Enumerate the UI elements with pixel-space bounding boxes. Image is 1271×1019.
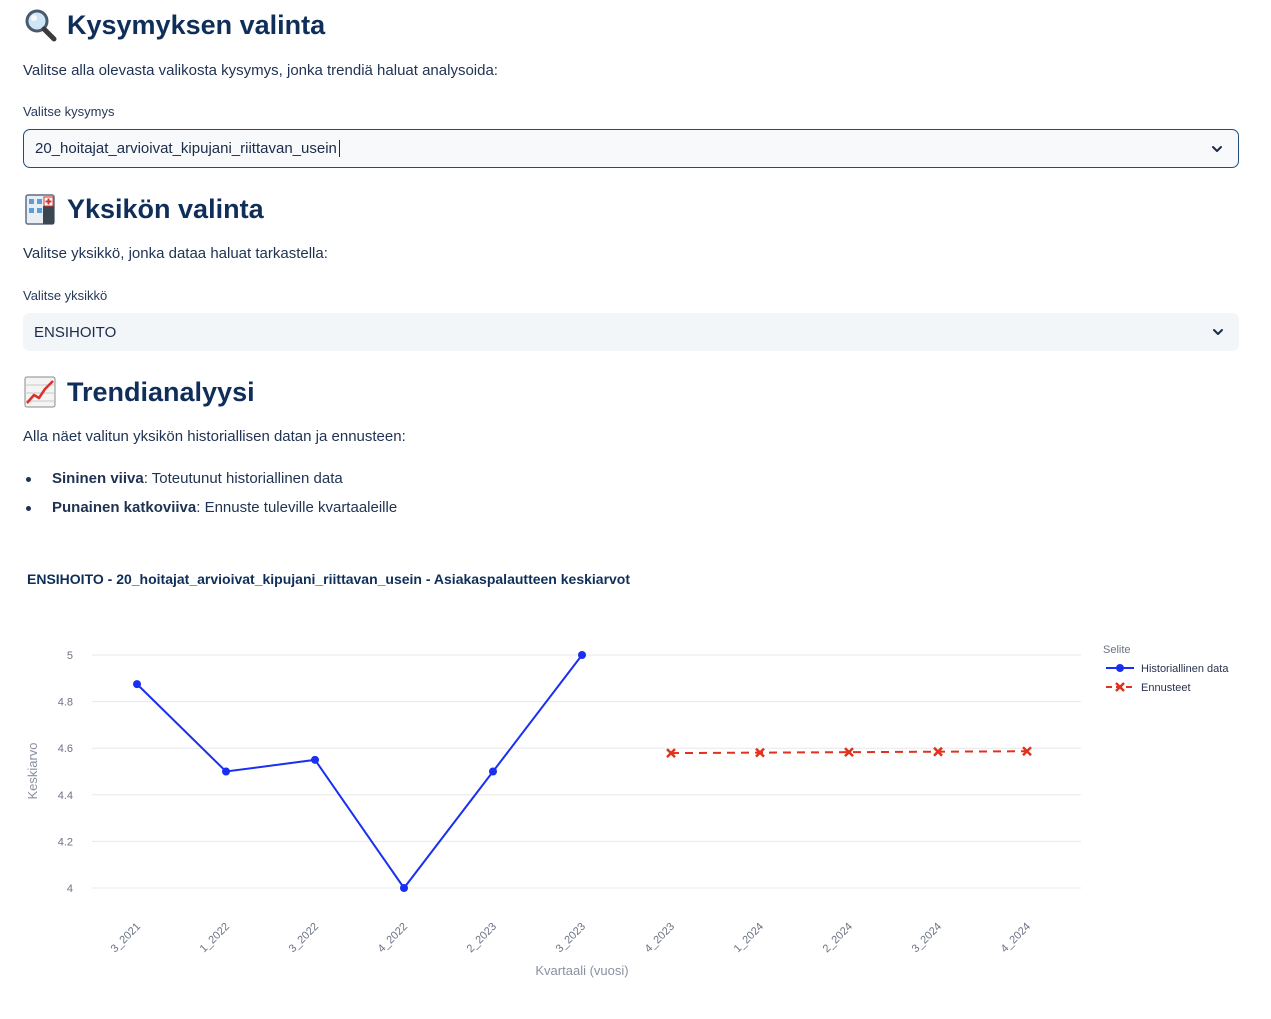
historical-point [311, 755, 319, 764]
chart-grid [92, 654, 1081, 889]
chart-series [133, 651, 1032, 892]
question-heading: Kysymyksen valinta [23, 7, 1239, 43]
bullet-bold: Punainen katkoviiva [52, 499, 197, 516]
x-axis-ticks: 3_2021 1_2022 3_2022 4_2022 2_2023 3_2023 4_20… [109, 921, 1033, 955]
y-axis-ticks: 4 4.2 4.4 4.6 4.8 5 [58, 650, 73, 895]
y-tick-label: 4 [67, 883, 73, 895]
historical-point [578, 651, 586, 659]
question-description: Valitse alla olevasta valikosta kysymys,… [23, 62, 498, 79]
bullet-text: : Toteutunut historiallinen data [143, 470, 343, 487]
y-axis-label: Keskiarvo [25, 742, 40, 799]
question-select-label: Valitse kysymys [23, 104, 115, 119]
trend-chart: 4 4.2 4.4 4.6 4.8 5 3_2021 1_2022 3_2022 4_2022 2… [25, 644, 1229, 978]
x-tick-label: 4_2022 [376, 921, 410, 955]
unit-heading-text: Yksikön valinta [67, 193, 264, 224]
historical-point [400, 884, 408, 892]
legend-label: Ennusteet [1141, 682, 1191, 694]
list-item: Punainen katkoviiva: Ennuste tuleville k… [23, 498, 397, 527]
magnifier-icon [23, 8, 57, 42]
trend-heading: Trendianalyysi [23, 374, 1239, 410]
unit-select-wrapper: ENSIHOITO [23, 313, 1239, 351]
chart-increasing-icon [23, 375, 57, 409]
bullet-bold: Sininen viiva [52, 470, 144, 487]
x-tick-label: 1_2024 [732, 921, 766, 955]
chevron-down-icon[interactable] [1211, 325, 1225, 339]
legend-label: Historiallinen data [1141, 663, 1229, 675]
chart-legend: Selite Historiallinen data Ennusteet [1103, 644, 1229, 694]
x-tick-label: 1_2022 [198, 921, 232, 955]
legend-item: Historiallinen data [1106, 663, 1229, 675]
x-tick-label: 4_2023 [643, 921, 677, 955]
list-item: Sininen viiva: Toteutunut historiallinen… [23, 469, 397, 498]
x-tick-label: 3_2022 [287, 921, 321, 955]
unit-description: Valitse yksikkö, jonka dataa haluat tark… [23, 245, 328, 262]
unit-select-value: ENSIHOITO [34, 323, 117, 341]
x-tick-label: 2_2024 [821, 921, 855, 955]
y-tick-label: 4.6 [58, 743, 73, 755]
text-caret [338, 140, 340, 157]
question-select[interactable]: 20_hoitajat_arvioivat_kipujani_riittavan… [23, 129, 1239, 168]
trend-heading-text: Trendianalyysi [67, 376, 255, 407]
historical-point [489, 767, 497, 776]
unit-select-label: Valitse yksikkö [23, 288, 108, 303]
question-heading-text: Kysymyksen valinta [67, 9, 326, 40]
x-axis-label: Kvartaali (vuosi) [535, 963, 628, 978]
legend-explanation-list: Sininen viiva: Toteutunut historiallinen… [23, 469, 397, 527]
trend-section: Trendianalyysi [23, 374, 1239, 410]
trend-description: Alla näet valitun yksikön historiallisen… [23, 428, 406, 445]
legend-item: Ennusteet [1106, 682, 1191, 694]
chevron-down-icon[interactable] [1210, 142, 1224, 156]
unit-select[interactable]: ENSIHOITO [23, 313, 1239, 351]
historical-point [222, 767, 230, 776]
question-select-wrapper: 20_hoitajat_arvioivat_kipujani_riittavan… [23, 129, 1239, 168]
y-tick-label: 4.8 [58, 697, 73, 709]
question-section: Kysymyksen valinta [23, 7, 1239, 43]
x-tick-label: 2_2023 [465, 921, 499, 955]
hospital-icon [23, 192, 57, 226]
x-tick-label: 3_2023 [554, 921, 588, 955]
bullet-text: : Ennuste tuleville kvartaaleille [196, 499, 398, 516]
x-tick-label: 3_2024 [910, 921, 944, 955]
y-tick-label: 4.2 [58, 836, 73, 848]
x-tick-label: 4_2024 [999, 921, 1033, 955]
unit-heading: Yksikön valinta [23, 191, 1239, 227]
unit-section: Yksikön valinta [23, 191, 1239, 227]
legend-title: Selite [1103, 644, 1131, 656]
x-tick-label: 3_2021 [109, 921, 143, 955]
question-select-value: 20_hoitajat_arvioivat_kipujani_riittavan… [35, 140, 337, 157]
y-tick-label: 4.4 [58, 790, 73, 802]
historical-point [133, 680, 141, 689]
y-tick-label: 5 [67, 650, 73, 662]
historical-line [136, 654, 583, 890]
